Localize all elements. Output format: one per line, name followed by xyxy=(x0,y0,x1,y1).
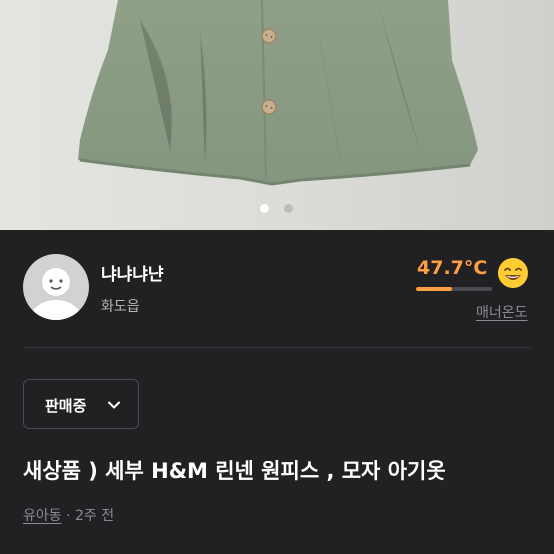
product-photo-carousel[interactable] xyxy=(0,0,554,230)
post-meta: 유아동 · 2주 전 xyxy=(23,505,114,525)
button-detail xyxy=(261,99,277,115)
carousel-dot-active[interactable] xyxy=(260,204,269,213)
post-time: 2주 전 xyxy=(75,508,115,524)
product-photo xyxy=(0,0,554,230)
smiling-face-icon xyxy=(498,258,528,288)
sale-status-dropdown[interactable]: 판매중 xyxy=(23,379,139,429)
seller-region: 화도읍 xyxy=(101,299,140,315)
meta-separator: · xyxy=(66,508,71,524)
chevron-down-icon xyxy=(108,401,120,409)
button-detail xyxy=(261,28,277,44)
sale-status-label: 판매중 xyxy=(45,397,87,415)
manner-temperature: 47.7°C xyxy=(417,257,488,279)
default-avatar-icon xyxy=(23,254,89,320)
carousel-dot-inactive[interactable] xyxy=(284,204,293,213)
manner-temperature-bar xyxy=(416,287,492,291)
section-divider xyxy=(23,347,531,348)
seller-profile[interactable]: 냐냐냐냔 화도읍 47.7°C 매너온도 xyxy=(0,230,554,347)
post-title: 새상품 ) 세부 H&M 린넨 원피스 , 모자 아기옷 xyxy=(23,459,446,483)
manner-temperature-fill xyxy=(416,287,453,291)
post-category-link[interactable]: 유아동 xyxy=(23,508,62,524)
seller-nickname[interactable]: 냐냐냐냔 xyxy=(101,260,164,285)
manner-temperature-link[interactable]: 매너온도 xyxy=(476,302,528,322)
